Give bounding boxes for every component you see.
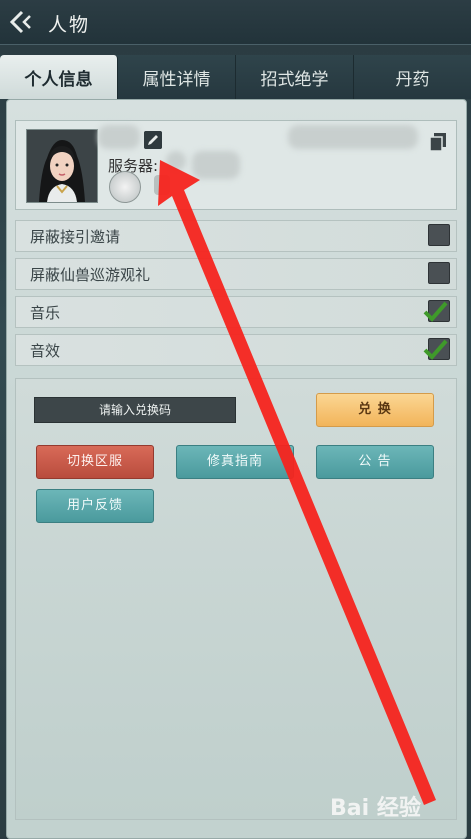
- setting-music[interactable]: 音乐: [15, 296, 457, 328]
- checkmark-icon: [423, 301, 448, 322]
- setting-label: 音乐: [30, 304, 61, 322]
- edit-name-icon[interactable]: [144, 131, 162, 149]
- tab-personal-info[interactable]: 个人信息: [0, 55, 118, 99]
- copy-icon[interactable]: [428, 131, 448, 153]
- tab-attribute-details[interactable]: 属性详情: [118, 55, 236, 99]
- redeem-code-input[interactable]: 请输入兑换码: [34, 397, 236, 423]
- guide-button[interactable]: 修真指南: [176, 445, 294, 479]
- character-avatar[interactable]: [26, 129, 98, 203]
- tab-bar: 个人信息 属性详情 招式绝学 丹药: [0, 55, 471, 99]
- setting-block-beast-parade[interactable]: 屏蔽仙兽巡游观礼: [15, 258, 457, 290]
- header-bar: 人物: [0, 0, 471, 45]
- blurred-id: [288, 125, 418, 149]
- blurred-server: [166, 151, 186, 171]
- blurred-server-name: [192, 151, 240, 179]
- setting-label: 屏蔽仙兽巡游观礼: [30, 266, 151, 284]
- checkbox-sound-effects[interactable]: [423, 338, 450, 360]
- setting-block-invite[interactable]: 屏蔽接引邀请: [15, 220, 457, 252]
- watermark-logo: Bai 经验: [330, 796, 421, 821]
- feedback-button[interactable]: 用户反馈: [36, 489, 154, 523]
- checkbox-block-invite[interactable]: [428, 224, 450, 246]
- checkmark-icon: [423, 339, 448, 360]
- scroll-badge-icon[interactable]: [109, 171, 141, 203]
- blurred-name: [98, 125, 140, 149]
- back-arrow-icon[interactable]: [6, 8, 34, 36]
- setting-label: 音效: [30, 342, 61, 360]
- title-badge-icon[interactable]: [154, 175, 170, 195]
- page-title: 人物: [48, 14, 91, 36]
- setting-label: 屏蔽接引邀请: [30, 228, 121, 246]
- main-panel: 服务器: 屏蔽接引邀请 屏蔽仙兽巡游观礼 音乐 音效 请输入兑换码 兑 换 切换…: [6, 99, 467, 839]
- profile-card: 服务器:: [15, 120, 457, 210]
- tab-skills[interactable]: 招式绝学: [236, 55, 354, 99]
- redeem-button[interactable]: 兑 换: [316, 393, 434, 427]
- checkbox-block-beast-parade[interactable]: [428, 262, 450, 284]
- checkbox-music[interactable]: [423, 300, 450, 322]
- notice-button[interactable]: 公 告: [316, 445, 434, 479]
- setting-sound-effects[interactable]: 音效: [15, 334, 457, 366]
- switch-server-button[interactable]: 切换区服: [36, 445, 154, 479]
- tab-pills[interactable]: 丹药: [354, 55, 471, 99]
- actions-panel: 请输入兑换码 兑 换 切换区服 修真指南 公 告 用户反馈: [15, 378, 457, 820]
